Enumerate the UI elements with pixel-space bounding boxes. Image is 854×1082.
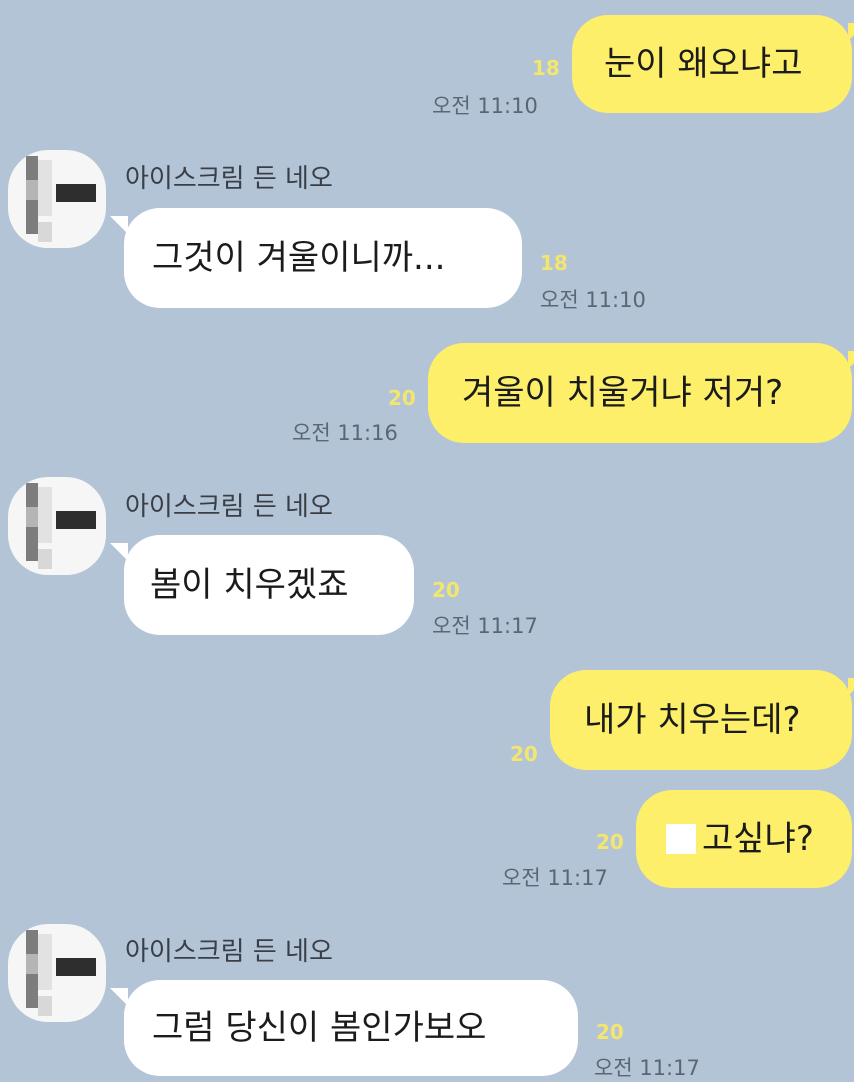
message-time: 오전 11:17	[594, 1056, 700, 1080]
redaction-box	[666, 824, 696, 854]
unread-count: 18	[532, 56, 560, 80]
message-time: 오전 11:16	[292, 421, 398, 445]
message-text: 내가 치우는데?	[584, 700, 801, 740]
chat-area[interactable]: 눈이 왜오냐고 18 오전 11:10 아이스크림 든 네오 그것이 겨울이니까…	[0, 0, 854, 1080]
message-time: 오전 11:10	[540, 288, 646, 312]
message-bubble-theirs[interactable]: 봄이 치우겠죠	[110, 535, 414, 635]
message-bubble-theirs[interactable]: 그럼 당신이 봄인가보오	[110, 980, 578, 1076]
message-text: 겨울이 치울거냐 저거?	[462, 373, 784, 413]
unread-count: 18	[540, 251, 568, 275]
message-text: 봄이 치우겠죠	[150, 565, 349, 605]
contact-avatar[interactable]	[8, 150, 106, 248]
message-text: 고싶냐?	[702, 819, 814, 859]
contact-name: 아이스크림 든 네오	[125, 492, 333, 522]
unread-count: 20	[510, 742, 538, 766]
message-time: 오전 11:10	[432, 94, 538, 118]
message-bubble-mine[interactable]: 겨울이 치울거냐 저거?	[428, 343, 854, 443]
message-bubble-mine[interactable]: 눈이 왜오냐고	[572, 15, 854, 113]
unread-count: 20	[432, 578, 460, 602]
message-text: 눈이 왜오냐고	[604, 44, 803, 84]
contact-avatar[interactable]	[8, 924, 106, 1022]
message-text: 그것이 겨울이니까...	[152, 238, 446, 278]
contact-avatar[interactable]	[8, 477, 106, 575]
message-text: 그럼 당신이 봄인가보오	[152, 1008, 487, 1048]
unread-count: 20	[596, 1020, 624, 1044]
message-time: 오전 11:17	[432, 614, 538, 638]
unread-count: 20	[388, 386, 416, 410]
contact-name: 아이스크림 든 네오	[125, 937, 333, 967]
message-bubble-mine[interactable]: 고싶냐?	[636, 790, 852, 888]
message-bubble-mine[interactable]: 내가 치우는데?	[550, 670, 854, 770]
message-bubble-theirs[interactable]: 그것이 겨울이니까...	[110, 208, 522, 308]
contact-name: 아이스크림 든 네오	[125, 164, 333, 194]
message-time: 오전 11:17	[502, 866, 608, 890]
unread-count: 20	[596, 830, 624, 854]
